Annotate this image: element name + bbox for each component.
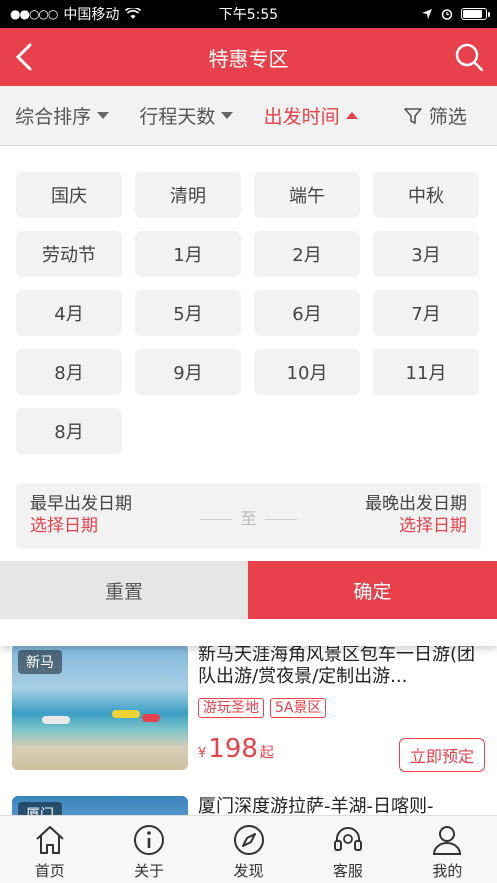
date-range-picker: 最早出发日期 选择日期 至 最晚出发日期 选择日期 <box>16 483 481 549</box>
caret-down-icon <box>221 112 234 119</box>
product-region-tag: 新马 <box>18 650 62 674</box>
date-option[interactable]: 8月 <box>16 408 122 454</box>
panel-actions: 重置 确定 <box>0 561 497 619</box>
tab-discover[interactable]: 发现 <box>199 816 298 883</box>
caret-up-icon <box>345 112 358 119</box>
date-option[interactable]: 4月 <box>16 290 122 336</box>
date-option[interactable]: 7月 <box>373 290 479 336</box>
tab-about[interactable]: 关于 <box>99 816 198 883</box>
carrier-label: 中国移动 <box>63 7 120 23</box>
tab-service[interactable]: 客服 <box>298 816 397 883</box>
date-option[interactable]: 5月 <box>135 290 241 336</box>
tab-bar: 首页 关于 发现 客服 我的 <box>0 815 497 883</box>
compass-icon <box>233 825 264 855</box>
filter-bar: 综合排序 行程天数 出发时间 筛选 <box>0 86 497 146</box>
departure-time-panel: 国庆 清明 端午 中秋 劳动节 1月 2月 3月 4月 5月 6月 7月 8月 … <box>0 146 497 646</box>
date-option[interactable]: 11月 <box>373 349 479 395</box>
funnel-icon <box>404 107 422 124</box>
tab-home[interactable]: 首页 <box>0 816 99 883</box>
filter-days[interactable]: 行程天数 <box>124 102 248 129</box>
info-icon <box>134 825 165 855</box>
date-option[interactable]: 9月 <box>135 349 241 395</box>
location-arrow-icon <box>422 9 432 19</box>
product-list: 新马 新马天涯海角风景区包车一日游(团队出游/赏夜景/定制出游... 游玩圣地 … <box>0 640 497 836</box>
home-icon <box>36 826 64 854</box>
page-title: 特惠专区 <box>208 46 289 71</box>
product-chip: 游玩圣地 <box>198 698 264 718</box>
filter-departure-time[interactable]: 出发时间 <box>249 102 373 129</box>
book-now-button[interactable]: 立即预定 <box>398 738 485 772</box>
headset-icon <box>333 827 362 851</box>
back-arrow-icon[interactable] <box>12 42 38 72</box>
date-option[interactable]: 国庆 <box>16 172 122 218</box>
product-image: 新马 <box>12 644 188 770</box>
product-price: ¥ 198 起 <box>198 734 274 764</box>
latest-date-value[interactable]: 选择日期 <box>365 515 467 537</box>
reset-button[interactable]: 重置 <box>0 561 248 619</box>
date-option[interactable]: 6月 <box>254 290 360 336</box>
date-option[interactable]: 劳动节 <box>16 231 122 277</box>
filter-screen[interactable]: 筛选 <box>373 102 497 129</box>
date-option[interactable]: 3月 <box>373 231 479 277</box>
product-card[interactable]: 新马 新马天涯海角风景区包车一日游(团队出游/赏夜景/定制出游... 游玩圣地 … <box>12 644 485 772</box>
date-option[interactable]: 2月 <box>254 231 360 277</box>
product-title: 新马天涯海角风景区包车一日游(团队出游/赏夜景/定制出游... <box>198 644 476 687</box>
status-bar: ●●○○○ 中国移动 下午5:55 <box>0 0 497 28</box>
product-chip: 5A景区 <box>270 698 327 718</box>
alarm-icon <box>441 9 453 20</box>
date-option-grid: 国庆 清明 端午 中秋 劳动节 1月 2月 3月 4月 5月 6月 7月 8月 … <box>16 172 481 454</box>
date-option[interactable]: 清明 <box>135 172 241 218</box>
tab-mine[interactable]: 我的 <box>398 816 497 883</box>
date-option[interactable]: 1月 <box>135 231 241 277</box>
filter-sort[interactable]: 综合排序 <box>0 102 124 129</box>
user-icon <box>433 826 462 855</box>
search-icon[interactable] <box>453 41 485 73</box>
battery-icon <box>461 8 490 20</box>
signal-icon: ●●○○○ <box>10 7 58 21</box>
date-option[interactable]: 8月 <box>16 349 122 395</box>
caret-down-icon <box>97 112 110 119</box>
latest-date-field[interactable]: 最晚出发日期 选择日期 <box>365 493 467 537</box>
wifi-icon <box>125 8 142 19</box>
nav-bar: 特惠专区 <box>0 28 497 86</box>
date-option[interactable]: 中秋 <box>373 172 479 218</box>
date-option[interactable]: 10月 <box>254 349 360 395</box>
date-option[interactable]: 端午 <box>254 172 360 218</box>
confirm-button[interactable]: 确定 <box>248 561 497 619</box>
